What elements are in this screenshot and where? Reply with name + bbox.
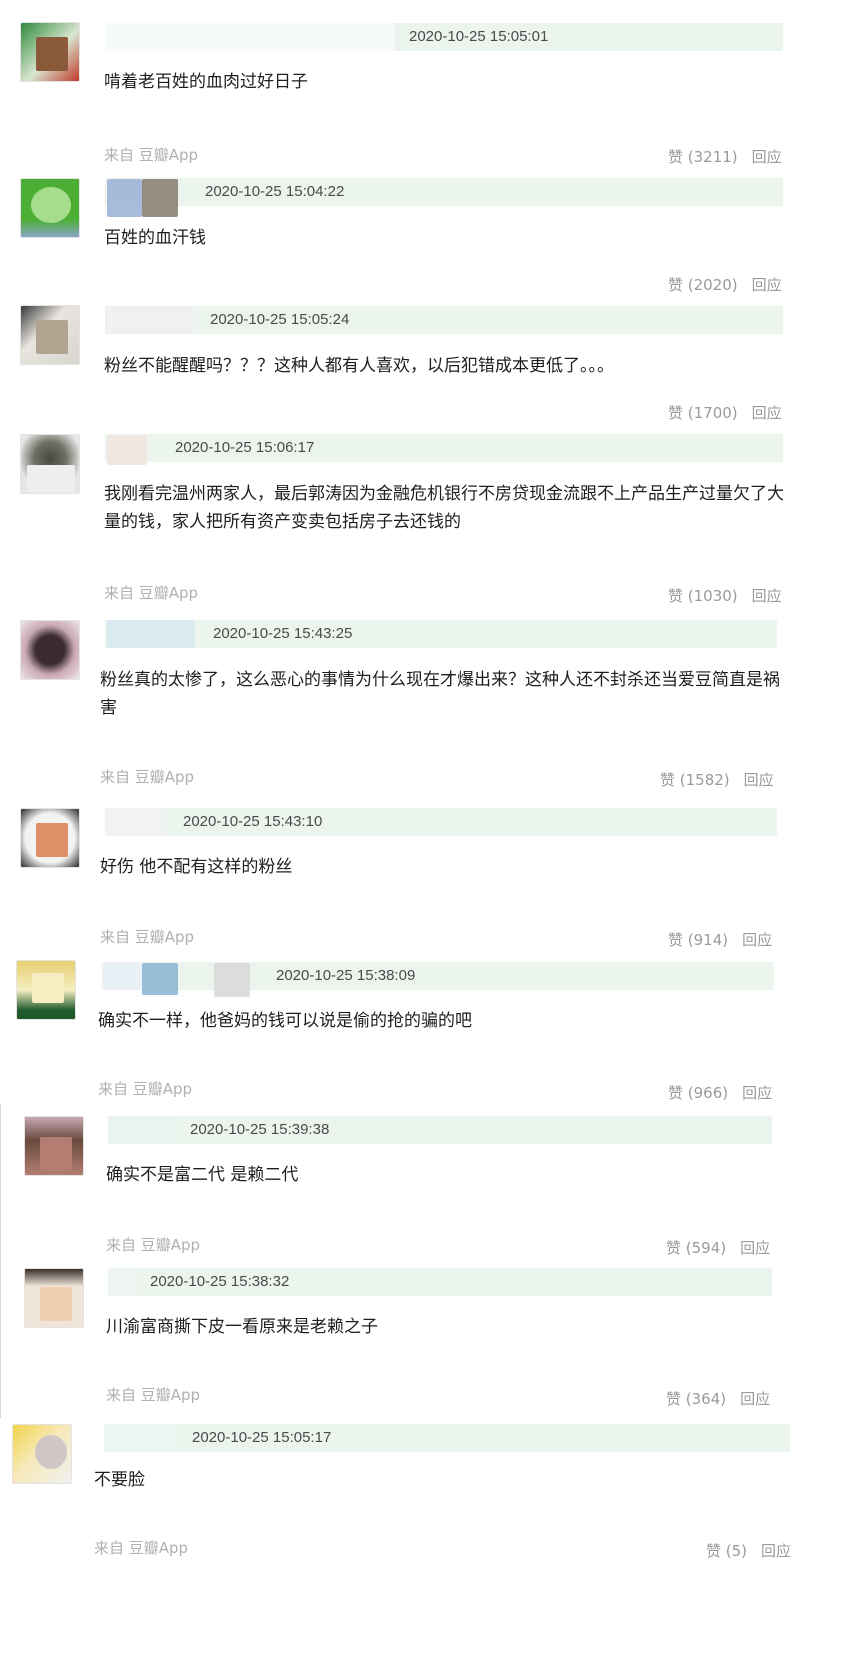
comment-actions: 赞 (966) 回应	[668, 1082, 772, 1103]
avatar[interactable]	[12, 1424, 72, 1484]
comment-timestamp: 2020-10-25 15:06:17	[175, 439, 315, 456]
comment-content: 川渝富商撕下皮一看原来是老赖之子	[106, 1317, 378, 1337]
comment-timestamp: 2020-10-25 15:05:17	[192, 1429, 332, 1446]
comment-meta-bar: 2020-10-25 15:38:32	[108, 1268, 772, 1296]
like-button[interactable]: 赞 (1582)	[660, 771, 730, 789]
reply-button[interactable]: 回应	[752, 404, 782, 422]
reply-button[interactable]: 回应	[740, 1239, 770, 1257]
comment-source: 来自 豆瓣App	[100, 928, 195, 946]
username-blur	[214, 963, 250, 997]
comment-meta-bar: 2020-10-25 15:06:17	[105, 434, 783, 465]
comment-timestamp: 2020-10-25 15:05:01	[409, 28, 549, 45]
username[interactable]	[107, 435, 147, 465]
username[interactable]	[108, 1268, 138, 1296]
comment-actions: 赞 (1700) 回应	[668, 402, 782, 423]
like-button[interactable]: 赞 (1030)	[668, 587, 738, 605]
divider	[0, 1104, 1, 1418]
comment-source: 来自 豆瓣App	[106, 1236, 201, 1254]
comment-actions: 赞 (914) 回应	[668, 929, 772, 950]
comment-meta-bar: 2020-10-25 15:43:10	[105, 808, 777, 836]
comment-actions: 赞 (594) 回应	[666, 1237, 770, 1258]
comment-timestamp: 2020-10-25 15:38:32	[150, 1273, 290, 1290]
comment-content: 确实不一样，他爸妈的钱可以说是偷的抢的骗的吧	[98, 1011, 472, 1031]
reply-button[interactable]: 回应	[752, 587, 782, 605]
avatar[interactable]	[20, 434, 80, 494]
comment-timestamp: 2020-10-25 15:04:22	[205, 183, 345, 200]
avatar[interactable]	[20, 305, 80, 365]
comment-meta-bar: 2020-10-25 15:05:24	[105, 306, 783, 334]
reply-button[interactable]: 回应	[742, 1084, 772, 1102]
reply-button[interactable]: 回应	[740, 1390, 770, 1408]
comment-actions: 赞 (2020) 回应	[668, 274, 782, 295]
comment-source: 来自 豆瓣App	[104, 584, 199, 602]
comment-actions: 赞 (5) 回应	[706, 1540, 791, 1561]
username[interactable]	[107, 179, 142, 217]
username[interactable]	[105, 808, 165, 836]
comment-content: 粉丝真的太惨了，这么恶心的事情为什么现在才爆出来？这种人还不封杀还当爱豆简直是祸…	[100, 670, 780, 718]
comment-content: 百姓的血汗钱	[104, 228, 206, 248]
avatar[interactable]	[20, 22, 80, 82]
comment-content: 我刚看完温州两家人，最后郭涛因为金融危机银行不房贷现金流跟不上产品生产过量欠了大…	[104, 484, 784, 532]
comment-timestamp: 2020-10-25 15:43:10	[183, 813, 323, 830]
username[interactable]	[107, 620, 195, 648]
comment-source: 来自 豆瓣App	[106, 1386, 201, 1404]
reply-button[interactable]: 回应	[744, 771, 774, 789]
comment-content: 啃着老百姓的血肉过好日子	[104, 72, 308, 92]
comment-timestamp: 2020-10-25 15:43:25	[213, 625, 353, 642]
avatar[interactable]	[20, 620, 80, 680]
username[interactable]	[104, 1424, 174, 1452]
username[interactable]	[104, 962, 142, 990]
comment-content: 粉丝不能醒醒吗？？？这种人都有人喜欢，以后犯错成本更低了。。。	[104, 356, 614, 376]
comment-meta-bar: 2020-10-25 15:39:38	[108, 1116, 772, 1144]
avatar[interactable]	[20, 178, 80, 238]
comment-actions: 赞 (1030) 回应	[668, 585, 782, 606]
comment-actions: 赞 (1582) 回应	[660, 769, 774, 790]
avatar[interactable]	[16, 960, 76, 1020]
comment-source: 来自 豆瓣App	[94, 1539, 189, 1557]
username[interactable]	[108, 1116, 174, 1144]
comment-actions: 赞 (364) 回应	[666, 1388, 770, 1409]
avatar[interactable]	[24, 1116, 84, 1176]
comment-meta-bar: 2020-10-25 15:05:01	[105, 23, 783, 51]
reply-button[interactable]: 回应	[752, 148, 782, 166]
like-button[interactable]: 赞 (914)	[668, 931, 728, 949]
username[interactable]	[105, 23, 395, 51]
username-blur	[142, 179, 178, 217]
like-button[interactable]: 赞 (364)	[666, 1390, 726, 1408]
comment-timestamp: 2020-10-25 15:38:09	[276, 967, 416, 984]
like-button[interactable]: 赞 (5)	[706, 1542, 747, 1560]
comment-actions: 赞 (3211) 回应	[668, 146, 782, 167]
comment-content: 不要脸	[94, 1470, 145, 1490]
like-button[interactable]: 赞 (1700)	[668, 404, 738, 422]
comment-source: 来自 豆瓣App	[104, 146, 199, 164]
avatar[interactable]	[24, 1268, 84, 1328]
comment-meta-bar: 2020-10-25 15:38:09	[102, 962, 774, 997]
comment-timestamp: 2020-10-25 15:05:24	[210, 311, 350, 328]
comment-meta-bar: 2020-10-25 15:04:22	[105, 178, 783, 217]
username[interactable]	[105, 306, 195, 334]
comment-content: 好伤 他不配有这样的粉丝	[100, 857, 293, 877]
comment-timestamp: 2020-10-25 15:39:38	[190, 1121, 330, 1138]
reply-button[interactable]: 回应	[742, 931, 772, 949]
like-button[interactable]: 赞 (3211)	[668, 148, 738, 166]
comment-source: 来自 豆瓣App	[100, 768, 195, 786]
like-button[interactable]: 赞 (2020)	[668, 276, 738, 294]
comment-meta-bar: 2020-10-25 15:43:25	[105, 620, 777, 648]
reply-button[interactable]: 回应	[761, 1542, 791, 1560]
reply-button[interactable]: 回应	[752, 276, 782, 294]
avatar[interactable]	[20, 808, 80, 868]
comment-item: 2020-10-25 15:05:01 啃着老百姓的血肉过好日子 来自 豆瓣Ap…	[0, 0, 846, 170]
comment-content: 确实不是富二代 是赖二代	[106, 1165, 299, 1185]
like-button[interactable]: 赞 (594)	[666, 1239, 726, 1257]
comment-source: 来自 豆瓣App	[98, 1080, 193, 1098]
comment-list: 2020-10-25 15:05:01 啃着老百姓的血肉过好日子 来自 豆瓣Ap…	[0, 0, 846, 1669]
username-blur	[142, 963, 178, 995]
like-button[interactable]: 赞 (966)	[668, 1084, 728, 1102]
comment-meta-bar: 2020-10-25 15:05:17	[104, 1424, 790, 1452]
